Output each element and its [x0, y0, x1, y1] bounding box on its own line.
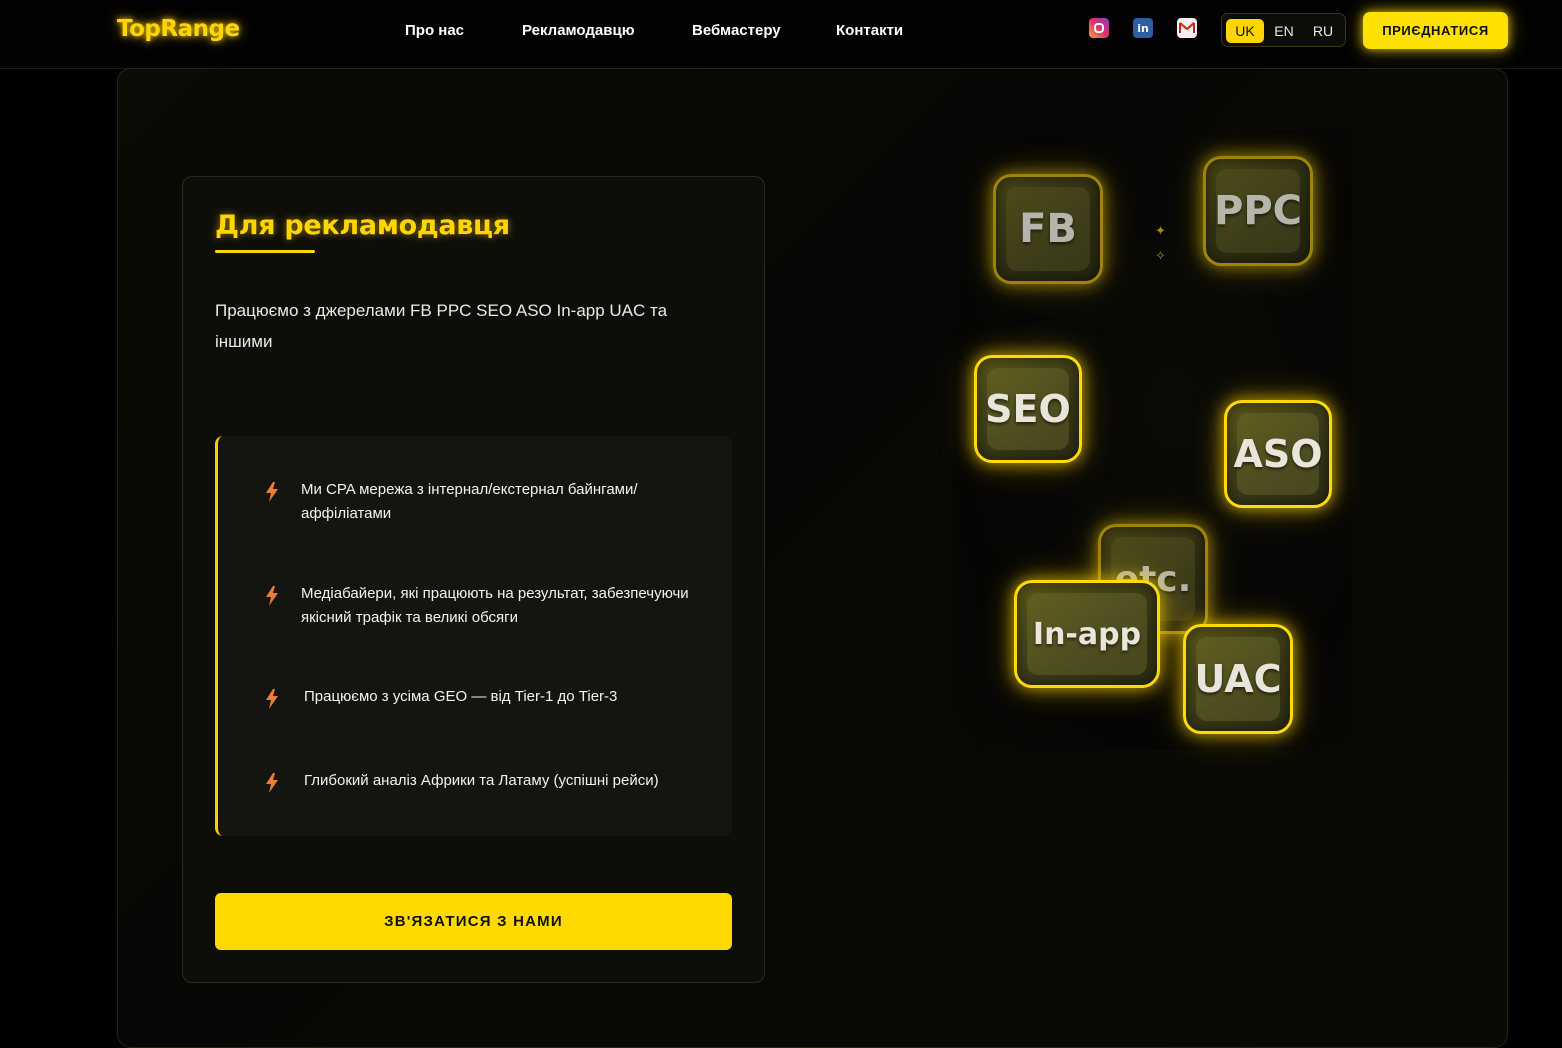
- title-underline: [215, 250, 315, 253]
- contact-us-button[interactable]: ЗВ'ЯЗАТИСЯ З НАМИ: [215, 893, 732, 950]
- nav-link-about[interactable]: Про нас: [405, 22, 464, 39]
- feature-text: Медіабайери, які працюють на результат, …: [301, 585, 689, 626]
- instagram-icon[interactable]: [1089, 18, 1109, 38]
- sparkle-icon: ✧: [1155, 248, 1166, 263]
- feature-text: Глибокий аналіз Африки та Латаму (успішн…: [304, 772, 659, 789]
- lightning-icon: [266, 689, 278, 709]
- lightning-icon: [266, 586, 278, 606]
- card-description: Працюємо з джерелами FB PPC SEO ASO In-a…: [215, 301, 668, 351]
- feature-text: Працюємо з усіма GEO — від Tier-1 до Tie…: [304, 688, 618, 705]
- language-switcher: UK EN RU: [1221, 13, 1346, 47]
- nav-link-contacts[interactable]: Контакти: [836, 22, 903, 39]
- sparkle-icon: ✦: [1155, 223, 1166, 238]
- lang-option-ru[interactable]: RU: [1304, 19, 1342, 43]
- source-tile-fb: FB: [993, 174, 1103, 284]
- site-header: TopRange Про нас Рекламодавцю Вебмастеру…: [0, 0, 1562, 69]
- lightning-icon: [266, 773, 278, 793]
- gmail-icon[interactable]: [1177, 18, 1197, 38]
- source-tile-seo: SEO: [974, 355, 1082, 463]
- lightning-icon: [266, 482, 278, 502]
- feature-text: Ми CPA мережа з інтернал/екстернал байнг…: [301, 481, 638, 522]
- source-tile-in-app: In-app: [1014, 580, 1160, 688]
- source-tile-uac: UAC: [1183, 624, 1293, 734]
- lang-option-uk[interactable]: UK: [1226, 19, 1264, 43]
- source-tile-aso: ASO: [1224, 400, 1332, 508]
- nav-link-advertiser[interactable]: Рекламодавцю: [522, 22, 635, 39]
- linkedin-icon[interactable]: in: [1133, 18, 1153, 38]
- nav-link-webmaster[interactable]: Вебмастеру: [692, 22, 781, 39]
- card-title: Для рекламодавця: [215, 210, 510, 241]
- join-button[interactable]: ПРИЄДНАТИСЯ: [1363, 12, 1508, 49]
- lang-option-en[interactable]: EN: [1265, 19, 1303, 43]
- source-tile-ppc: PPC: [1203, 156, 1313, 266]
- features-list: Ми CPA мережа з інтернал/екстернал байнг…: [215, 436, 732, 836]
